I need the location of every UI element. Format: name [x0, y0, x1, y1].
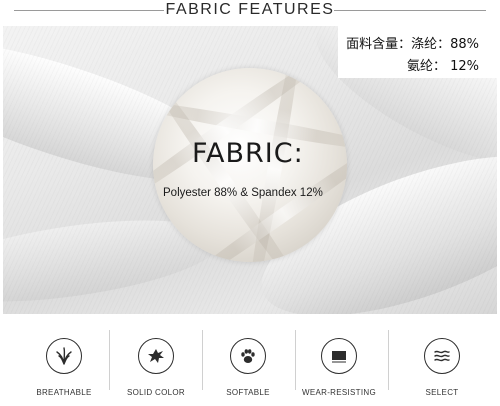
section-header: FABRIC FEATURES [0, 0, 500, 22]
splash-icon [138, 338, 174, 374]
grass-icon [46, 338, 82, 374]
feature-select: SELECT [396, 326, 488, 404]
composition-line-spandex: 氨纶： 12% [406, 59, 479, 74]
fabric-composition-text: Polyester 88% & Spandex 12% [163, 187, 323, 199]
composition-line-polyester: 面料含量：涤纶：88% [346, 37, 479, 52]
thread-icon [424, 338, 460, 374]
paw-icon [230, 338, 266, 374]
feature-solid-color: SOLID COLOR [110, 326, 202, 404]
fabric-swatch-icon [321, 338, 357, 374]
composition-box: 面料含量：涤纶：88% 氨纶： 12% [338, 26, 497, 78]
feature-label: SOLID COLOR [127, 388, 185, 397]
feature-wear-resisting: WEAR-RESISTING [293, 326, 385, 404]
features-row: BREATHABLE SOLID COLOR SOFTABLE WEAR-RES… [0, 318, 500, 406]
feature-label: SELECT [425, 388, 459, 397]
fabric-title: FABRIC: [192, 138, 304, 169]
feature-label: WEAR-RESISTING [302, 388, 376, 397]
feature-label: SOFTABLE [226, 388, 270, 397]
feature-label: BREATHABLE [36, 388, 92, 397]
feature-softable: SOFTABLE [202, 326, 294, 404]
header-rule-right [334, 10, 486, 11]
feature-breathable: BREATHABLE [18, 326, 110, 404]
feature-divider [388, 330, 389, 390]
